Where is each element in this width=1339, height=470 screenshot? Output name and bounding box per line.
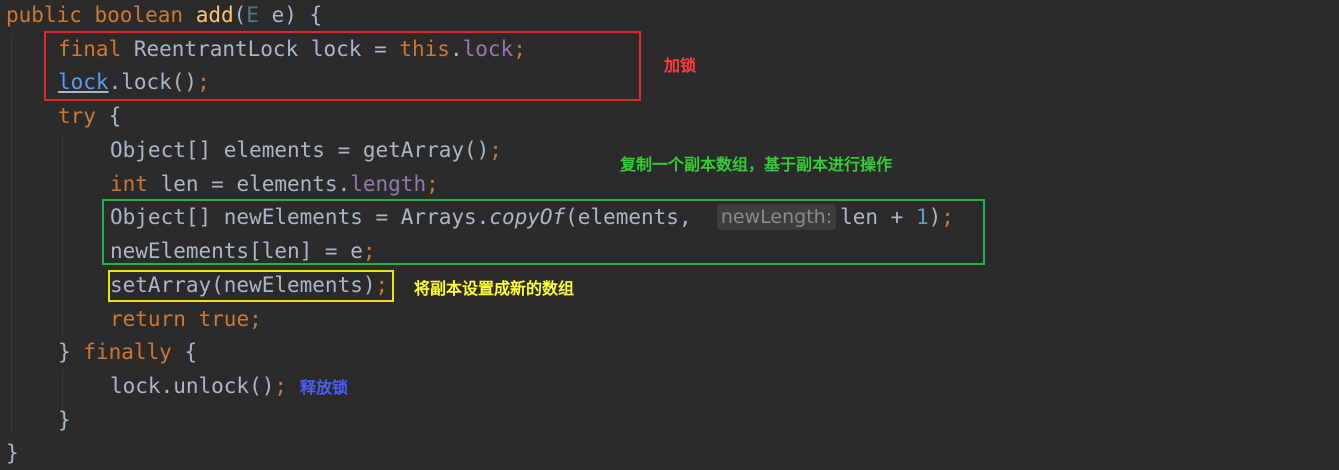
setarray-highlight-box (108, 270, 394, 302)
code-line-10: return true; (110, 307, 262, 331)
unlock-annotation: 释放锁 (300, 378, 349, 397)
code-line-14: } (6, 441, 19, 465)
copy-highlight-box (102, 199, 985, 265)
code-line-11: } finally { (58, 340, 198, 364)
indent-guide (62, 135, 63, 335)
indent-guide (11, 34, 12, 434)
lock-annotation: 加锁 (664, 56, 697, 75)
code-line-6: int len = elements.length; (110, 172, 439, 196)
code-editor[interactable]: public boolean add(E e) { final Reentran… (0, 0, 1339, 467)
copy-annotation: 复制一个副本数组，基于副本进行操作 (620, 155, 893, 174)
code-line-12: lock.unlock(); (110, 374, 288, 398)
setarray-annotation: 将副本设置成新的数组 (414, 279, 575, 298)
code-line-13: } (58, 408, 71, 432)
code-line-1: public boolean add(E e) { (6, 3, 323, 27)
lock-highlight-box (44, 31, 641, 101)
code-line-5: Object[] elements = getArray(); (110, 138, 502, 162)
code-line-4: try { (58, 104, 122, 128)
